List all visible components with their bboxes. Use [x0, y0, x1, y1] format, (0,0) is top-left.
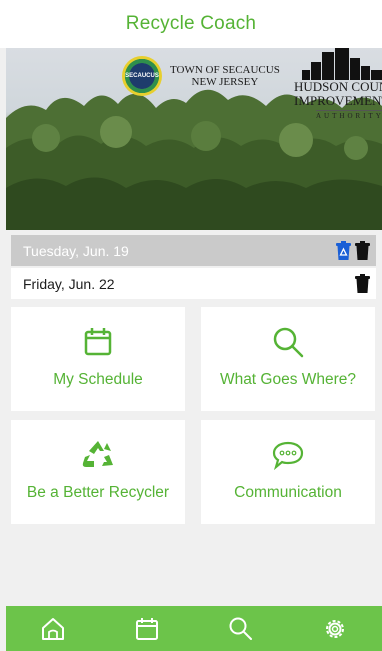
recycle-icon	[81, 438, 115, 472]
hcia-line1: HUDSON COUNTY	[294, 79, 382, 94]
magnifier-icon	[272, 325, 304, 359]
my-schedule-label: My Schedule	[53, 371, 143, 388]
hcia-line3: AUTHORITY	[316, 110, 382, 120]
calendar-icon	[83, 325, 113, 359]
nav-settings-button[interactable]	[315, 609, 355, 649]
town-seal-text: SECAUCUS	[125, 73, 159, 79]
town-logo-line2: NEW JERSEY	[191, 76, 259, 88]
pickup-row-next[interactable]: Friday, Jun. 22	[11, 268, 376, 299]
trash-bin-icon	[355, 241, 370, 260]
what-goes-where-label: What Goes Where?	[219, 371, 357, 388]
hcia-line2: IMPROVEMENT	[294, 93, 382, 108]
town-of-secaucus-logo: SECAUCUS TOWN OF SECAUCUS NEW JERSEY	[122, 56, 280, 96]
be-a-better-recycler-label: Be a Better Recycler	[26, 484, 170, 501]
speech-bubble-icon	[271, 438, 305, 472]
town-logo-text: TOWN OF SECAUCUS NEW JERSEY	[170, 64, 280, 88]
nav-search-button[interactable]	[221, 609, 261, 649]
nav-schedule-button[interactable]	[127, 609, 167, 649]
be-a-better-recycler-tile[interactable]: Be a Better Recycler	[11, 420, 185, 524]
home-icon	[42, 617, 64, 640]
gear-icon	[326, 619, 344, 638]
nav-home-button[interactable]	[33, 609, 73, 649]
hero-banner: SECAUCUS TOWN OF SECAUCUS NEW JERSEY HUD…	[6, 48, 382, 230]
what-goes-where-tile[interactable]: What Goes Where?	[201, 307, 375, 411]
app-title: Recycle Coach	[125, 13, 257, 34]
skyline-icon	[302, 48, 382, 80]
communication-tile[interactable]: Communication	[201, 420, 375, 524]
pickup-row-current[interactable]: Tuesday, Jun. 19	[11, 235, 376, 266]
pickup-date: Friday, Jun. 22	[23, 275, 115, 292]
town-seal-icon: SECAUCUS	[122, 56, 162, 96]
town-logo-line1: TOWN OF SECAUCUS	[170, 64, 280, 76]
app-header: Recycle Coach	[0, 0, 382, 48]
hcia-logo-text: HUDSON COUNTY IMPROVEMENT	[294, 80, 382, 108]
trash-bin-icon	[355, 274, 370, 293]
communication-label: Communication	[234, 484, 342, 501]
pickup-icons	[355, 274, 370, 293]
search-icon	[229, 617, 252, 640]
pickup-icons	[336, 241, 370, 260]
calendar-icon	[136, 617, 158, 640]
my-schedule-tile[interactable]: My Schedule	[11, 307, 185, 411]
hudson-county-improvement-authority-logo: HUDSON COUNTY IMPROVEMENT AUTHORITY	[292, 48, 382, 124]
bottom-nav	[6, 606, 382, 651]
pickup-date: Tuesday, Jun. 19	[23, 242, 129, 259]
recycle-bin-icon	[336, 241, 351, 260]
